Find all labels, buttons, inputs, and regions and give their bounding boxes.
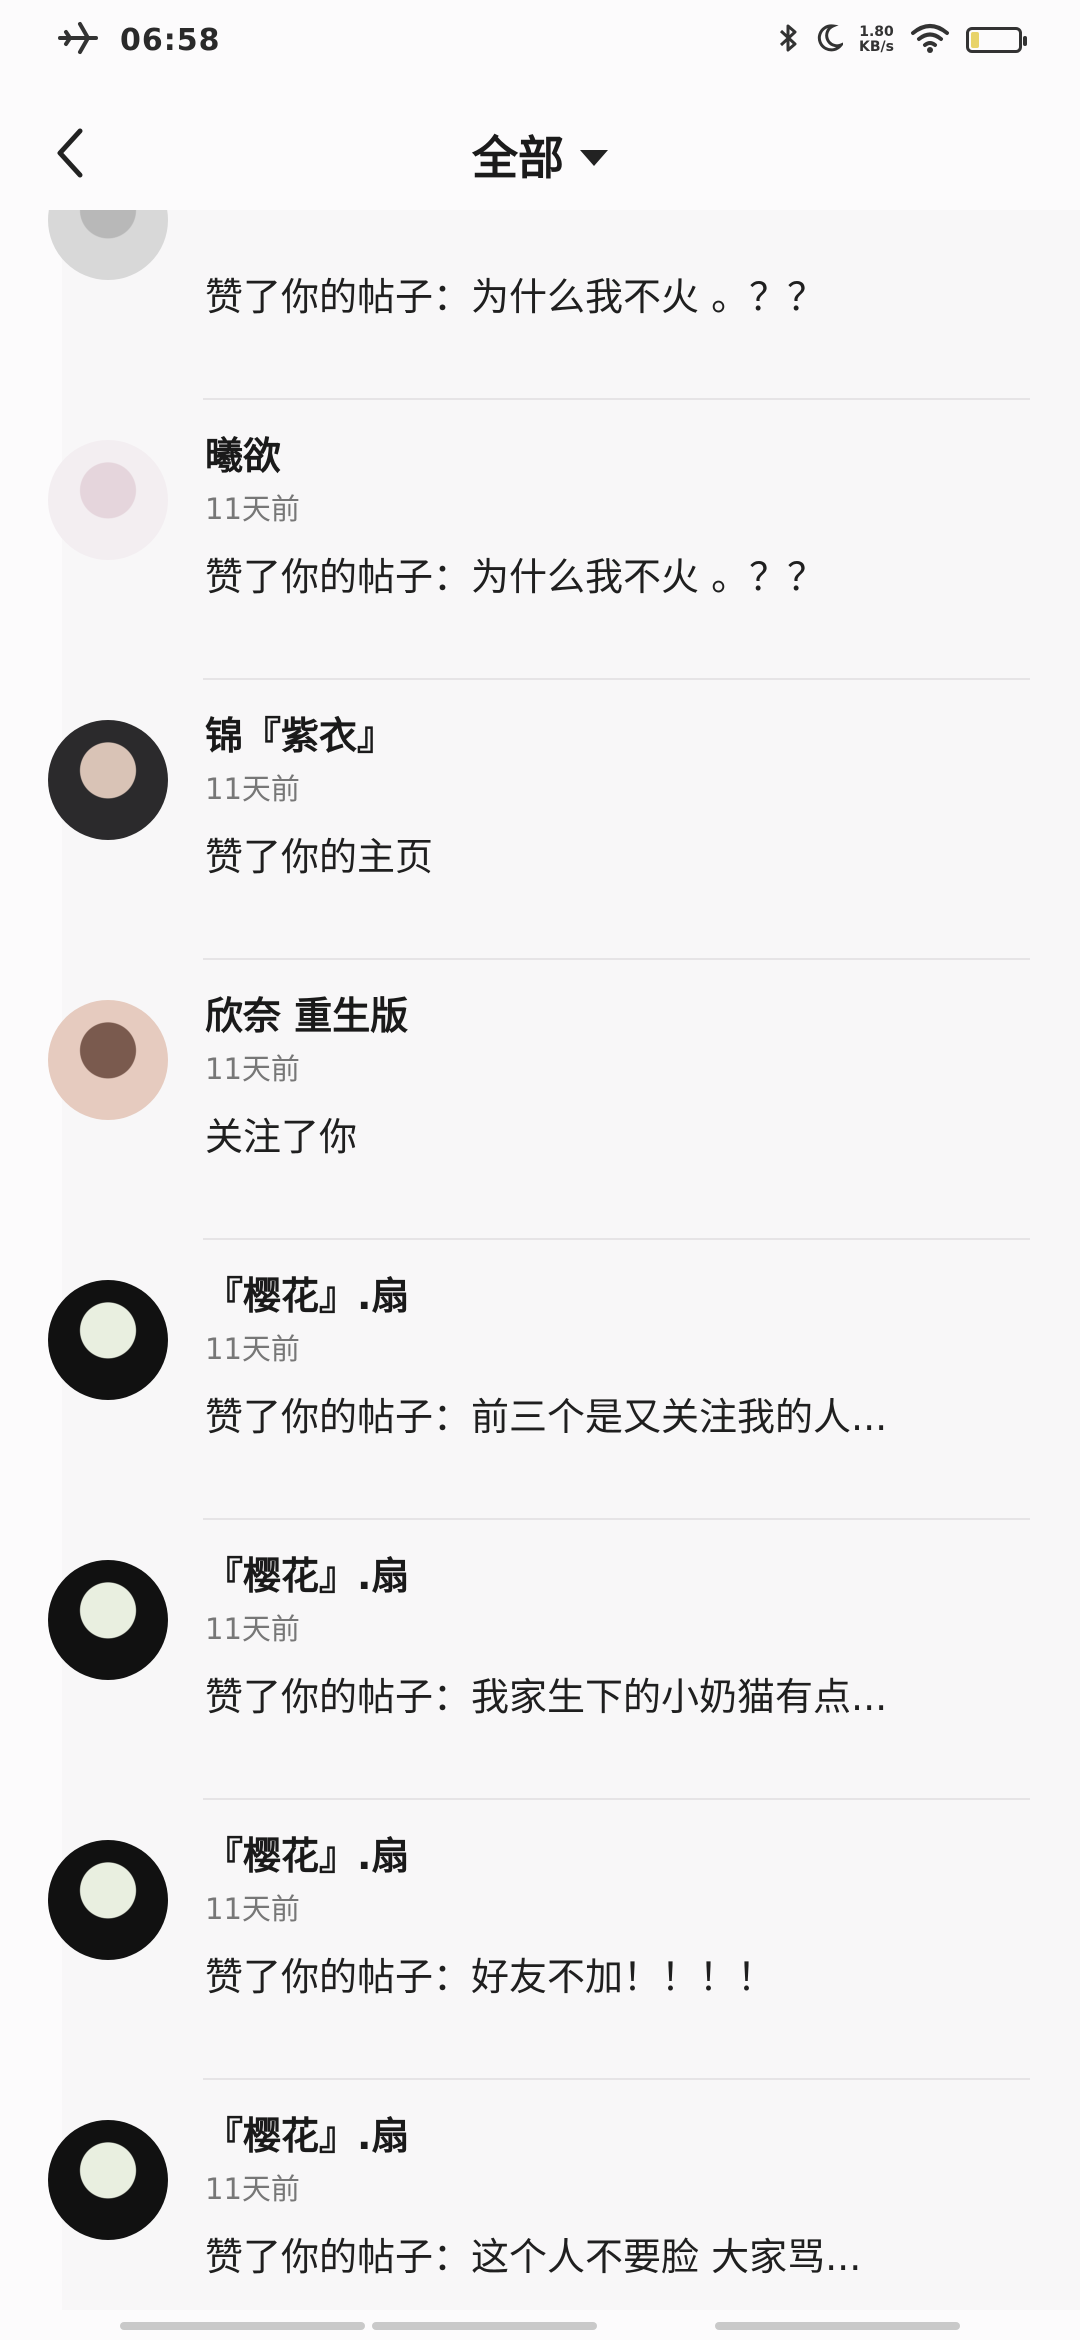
user-name[interactable]: 『樱花』.扇 <box>205 2108 1030 2164</box>
status-time: 06:58 <box>120 22 221 58</box>
caret-down-icon <box>580 150 608 166</box>
user-name[interactable]: 曦欲 <box>205 428 1030 484</box>
airplane-mode-icon <box>58 20 98 60</box>
notification-item[interactable]: 赞了你的帖子：为什么我不火 。？？ <box>0 210 1080 400</box>
status-left: 06:58 <box>58 20 221 60</box>
notification-body: 锦『紫衣』 11天前赞了你的主页 <box>205 708 1030 886</box>
user-name[interactable]: 锦『紫衣』 <box>205 708 1030 764</box>
screen: 06:58 1.80 KB/s 全部 赞了你的帖子：为什么我不火 。？？ 曦欲 … <box>0 0 1080 2340</box>
user-name[interactable]: 欣奈 重生版 <box>205 988 1030 1044</box>
notification-item[interactable]: 锦『紫衣』 11天前赞了你的主页 <box>0 680 1080 960</box>
user-name[interactable]: 『樱花』.扇 <box>205 1548 1030 1604</box>
status-bar: 06:58 1.80 KB/s <box>0 0 1080 80</box>
notification-action-text[interactable]: 赞了你的帖子：这个人不要脸 大家骂... <box>205 2228 1030 2286</box>
notification-time: 11天前 <box>205 1892 300 1926</box>
notification-time: 11天前 <box>205 1612 300 1646</box>
notification-item[interactable]: 『樱花』.扇 11天前赞了你的帖子：前三个是又关注我的人... <box>0 1240 1080 1520</box>
notification-time: 11天前 <box>205 1052 300 1086</box>
avatar[interactable] <box>48 2120 168 2240</box>
notification-body: 赞了你的帖子：为什么我不火 。？？ <box>205 210 1030 326</box>
back-button[interactable] <box>40 118 100 188</box>
notification-item[interactable]: 『樱花』.扇 11天前赞了你的帖子：这个人不要脸 大家骂... <box>0 2080 1080 2310</box>
notification-action-text[interactable]: 赞了你的帖子：为什么我不火 。？？ <box>205 268 1030 326</box>
network-speed: 1.80 KB/s <box>859 25 894 55</box>
notification-body: 曦欲 11天前赞了你的帖子：为什么我不火 。？？ <box>205 428 1030 606</box>
network-speed-unit: KB/s <box>859 39 894 55</box>
notification-item[interactable]: 欣奈 重生版 11天前关注了你 <box>0 960 1080 1240</box>
gesture-bar-segment <box>372 2322 597 2330</box>
notification-item[interactable]: 『樱花』.扇 11天前赞了你的帖子：我家生下的小奶猫有点... <box>0 1520 1080 1800</box>
notification-body: 『樱花』.扇 11天前赞了你的帖子：我家生下的小奶猫有点... <box>205 1548 1030 1726</box>
notification-item[interactable]: 曦欲 11天前赞了你的帖子：为什么我不火 。？？ <box>0 400 1080 680</box>
user-name[interactable]: 『樱花』.扇 <box>205 1268 1030 1324</box>
notification-action-text[interactable]: 赞了你的帖子：好友不加！！！！ <box>205 1948 1030 2006</box>
filter-dropdown[interactable]: 全部 <box>472 122 608 188</box>
notification-time: 11天前 <box>205 772 300 806</box>
network-speed-value: 1.80 <box>859 24 894 40</box>
avatar[interactable] <box>48 1000 168 1120</box>
avatar[interactable] <box>48 1280 168 1400</box>
notification-time: 11天前 <box>205 1332 300 1366</box>
user-name[interactable]: 『樱花』.扇 <box>205 1828 1030 1884</box>
notification-item[interactable]: 『樱花』.扇 11天前赞了你的帖子：好友不加！！！！ <box>0 1800 1080 2080</box>
status-right: 1.80 KB/s <box>777 22 1027 58</box>
notification-body: 欣奈 重生版 11天前关注了你 <box>205 988 1030 1166</box>
notification-action-text[interactable]: 赞了你的帖子：我家生下的小奶猫有点... <box>205 1668 1030 1726</box>
notification-list-inner: 赞了你的帖子：为什么我不火 。？？ 曦欲 11天前 赞了你的帖子：为什么我不火 。？？… <box>0 210 1080 2310</box>
avatar[interactable] <box>48 440 168 560</box>
avatar[interactable] <box>48 1840 168 1960</box>
wifi-icon <box>910 23 950 57</box>
notification-time: 11天前 <box>205 2172 300 2206</box>
chevron-left-icon <box>57 128 83 178</box>
gesture-bar-segment <box>715 2322 960 2330</box>
notification-list[interactable]: 赞了你的帖子：为什么我不火 。？？ 曦欲 11天前 赞了你的帖子：为什么我不火 。？？… <box>0 210 1080 2310</box>
gesture-bar-segment <box>120 2322 365 2330</box>
battery-level <box>971 32 979 48</box>
avatar[interactable] <box>48 1560 168 1680</box>
bluetooth-icon <box>777 22 799 58</box>
do-not-disturb-moon-icon <box>815 23 846 57</box>
battery-icon <box>966 27 1027 53</box>
notification-time <box>205 210 1030 254</box>
avatar[interactable] <box>48 720 168 840</box>
notification-time: 11天前 <box>205 492 300 526</box>
page-title: 全部 <box>472 131 564 185</box>
header: 全部 <box>0 100 1080 210</box>
notification-body: 『樱花』.扇 11天前赞了你的帖子：好友不加！！！！ <box>205 1828 1030 2006</box>
notification-action-text[interactable]: 赞了你的主页 <box>205 828 1030 886</box>
notification-action-text[interactable]: 赞了你的帖子：为什么我不火 。？？ <box>205 548 1030 606</box>
notification-body: 『樱花』.扇 11天前赞了你的帖子：前三个是又关注我的人... <box>205 1268 1030 1446</box>
notification-action-text[interactable]: 关注了你 <box>205 1108 1030 1166</box>
notification-action-text[interactable]: 赞了你的帖子：前三个是又关注我的人... <box>205 1388 1030 1446</box>
notification-body: 『樱花』.扇 11天前赞了你的帖子：这个人不要脸 大家骂... <box>205 2108 1030 2286</box>
